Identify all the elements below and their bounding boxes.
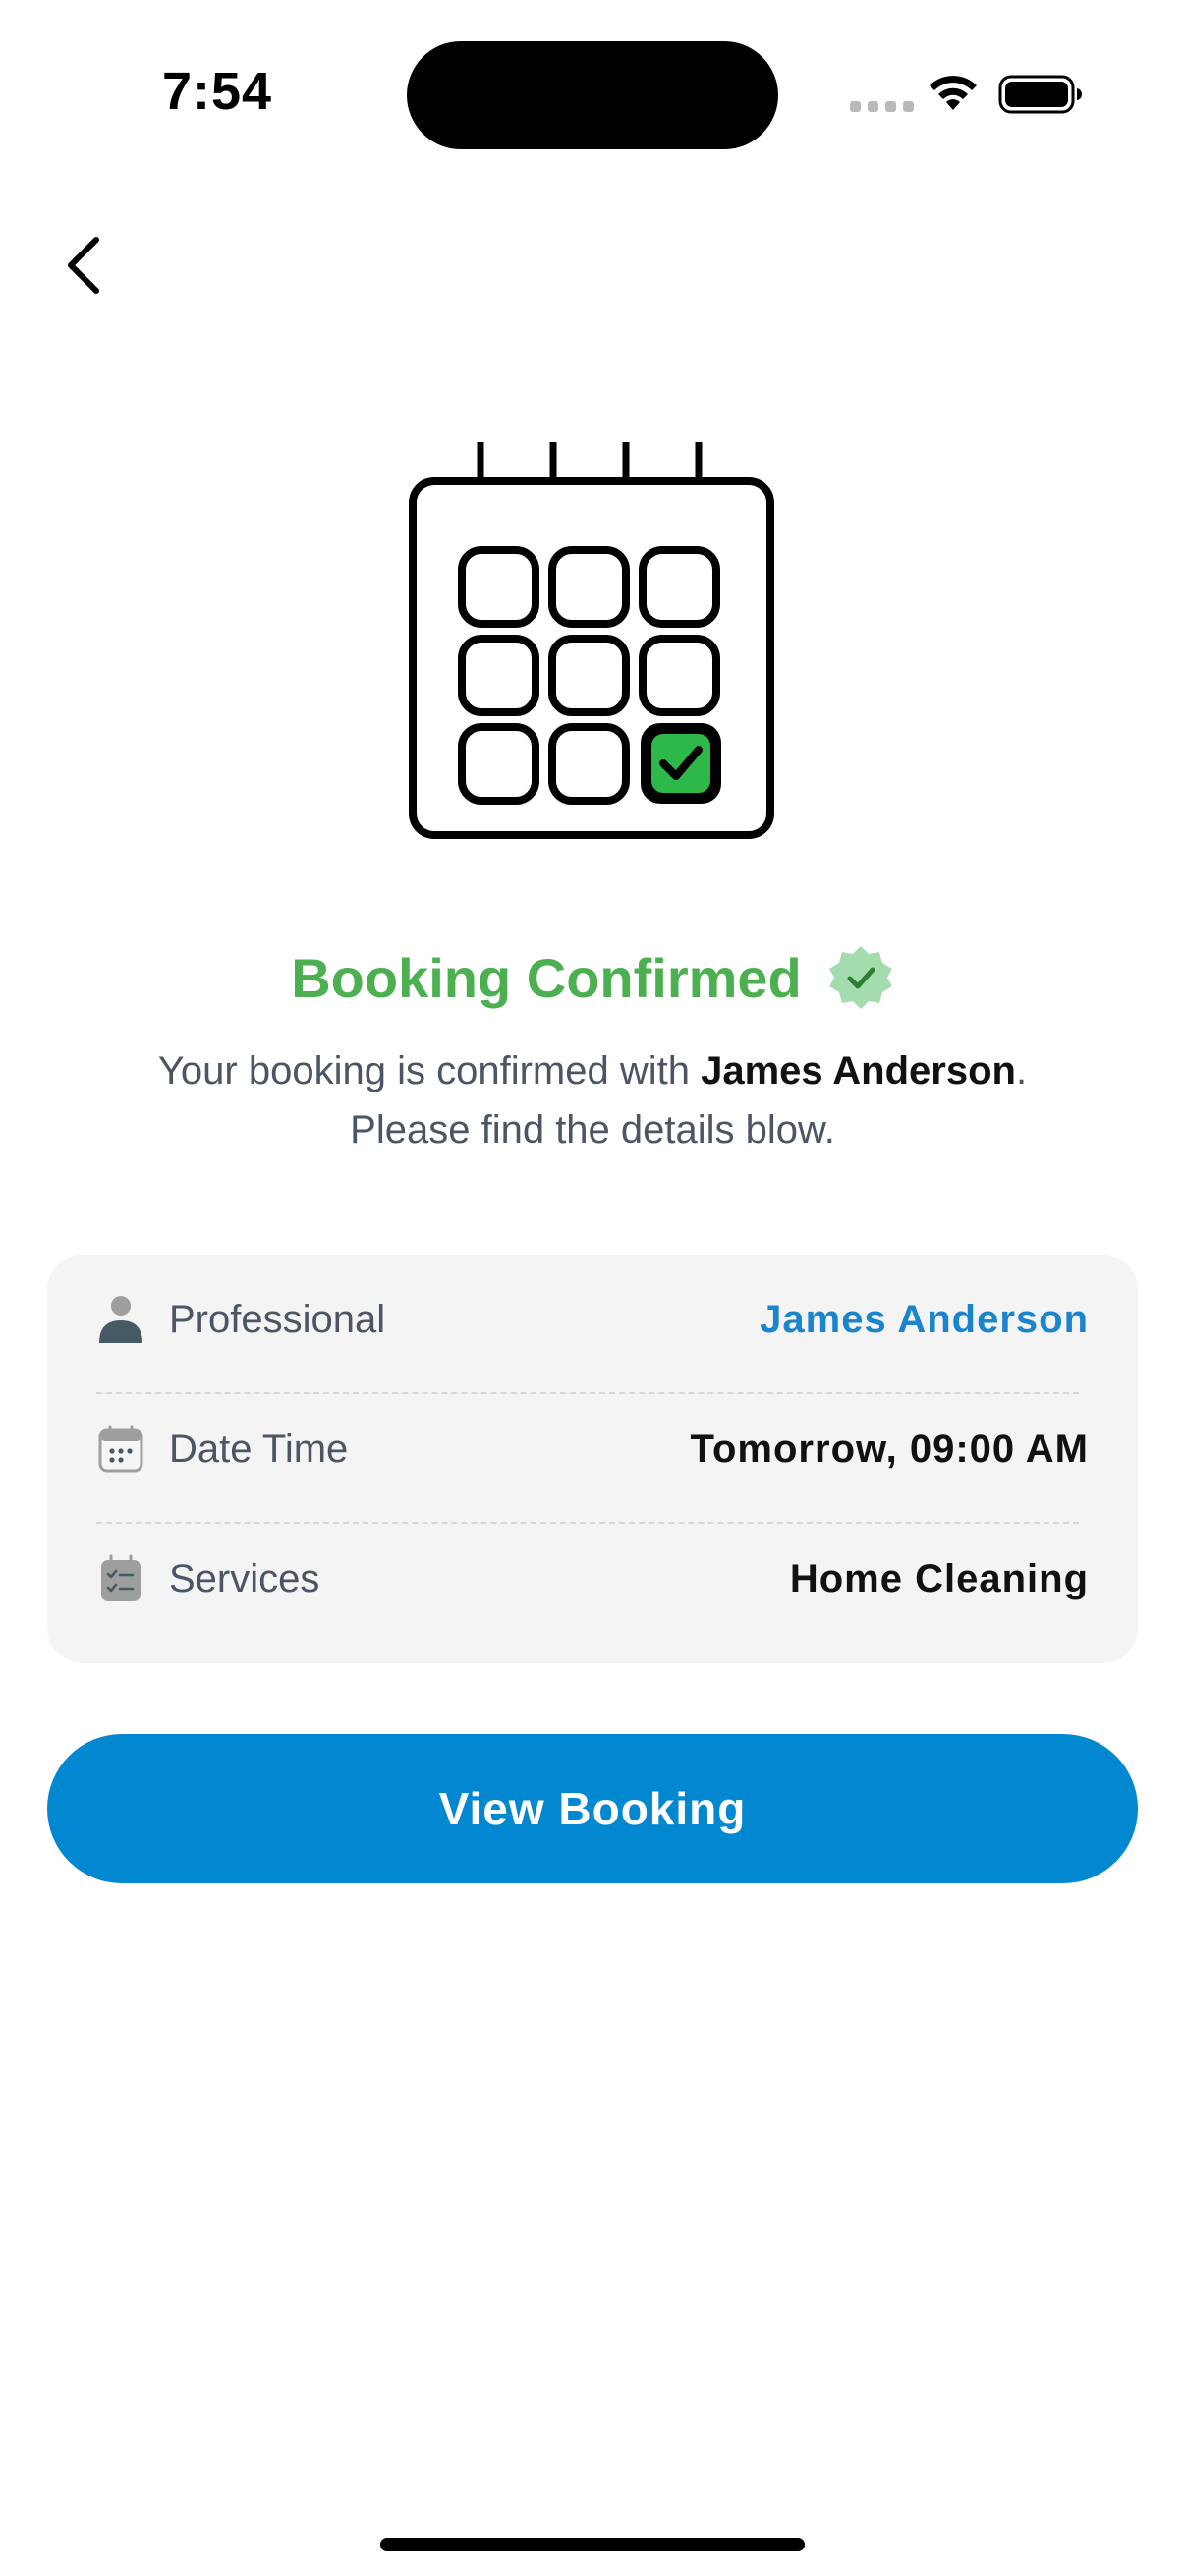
- detail-row-professional: Professional James Anderson: [96, 1255, 1089, 1384]
- chevron-left-icon: [68, 237, 99, 294]
- date-time-value: Tomorrow, 09:00 AM: [690, 1427, 1089, 1471]
- professional-name: James Anderson: [701, 1049, 1016, 1092]
- home-indicator[interactable]: [380, 2538, 805, 2551]
- status-bar: 7:54: [0, 0, 1185, 187]
- confirmation-title: Booking Confirmed: [291, 946, 802, 1009]
- checklist-icon: [96, 1554, 145, 1603]
- booking-details-card: Professional James Anderson Date Time To…: [47, 1255, 1138, 1663]
- verified-badge-icon: [828, 946, 892, 1009]
- wifi-icon: [930, 76, 977, 110]
- detail-row-services: Services Home Cleaning: [96, 1514, 1089, 1644]
- calendar-icon: [96, 1425, 145, 1474]
- view-booking-button[interactable]: View Booking: [47, 1734, 1138, 1883]
- status-time: 7:54: [162, 62, 273, 121]
- detail-row-date-time: Date Time Tomorrow, 09:00 AM: [96, 1384, 1089, 1514]
- subtitle-line-2: Please find the details blow.: [350, 1108, 835, 1151]
- services-value: Home Cleaning: [789, 1556, 1089, 1600]
- cellular-signal-icon: [850, 101, 914, 112]
- person-icon: [96, 1295, 145, 1344]
- booking-confirmed-screen: 7:54 Booking Confirmed Your booking is c…: [0, 0, 1185, 2576]
- professional-link[interactable]: James Anderson: [760, 1298, 1089, 1342]
- detail-label: Services: [169, 1556, 320, 1600]
- battery-icon: [998, 75, 1082, 114]
- subtitle-line-1: Your booking is confirmed with James And…: [157, 1049, 1028, 1092]
- confirmation-subtitle: Your booking is confirmed with James And…: [59, 1041, 1126, 1159]
- calendar-check-icon: [409, 442, 774, 839]
- detail-label: Date Time: [169, 1427, 349, 1471]
- back-button[interactable]: [49, 226, 128, 305]
- detail-label: Professional: [169, 1297, 386, 1341]
- confirmation-title-row: Booking Confirmed: [0, 938, 1185, 1017]
- dynamic-island: [407, 41, 778, 149]
